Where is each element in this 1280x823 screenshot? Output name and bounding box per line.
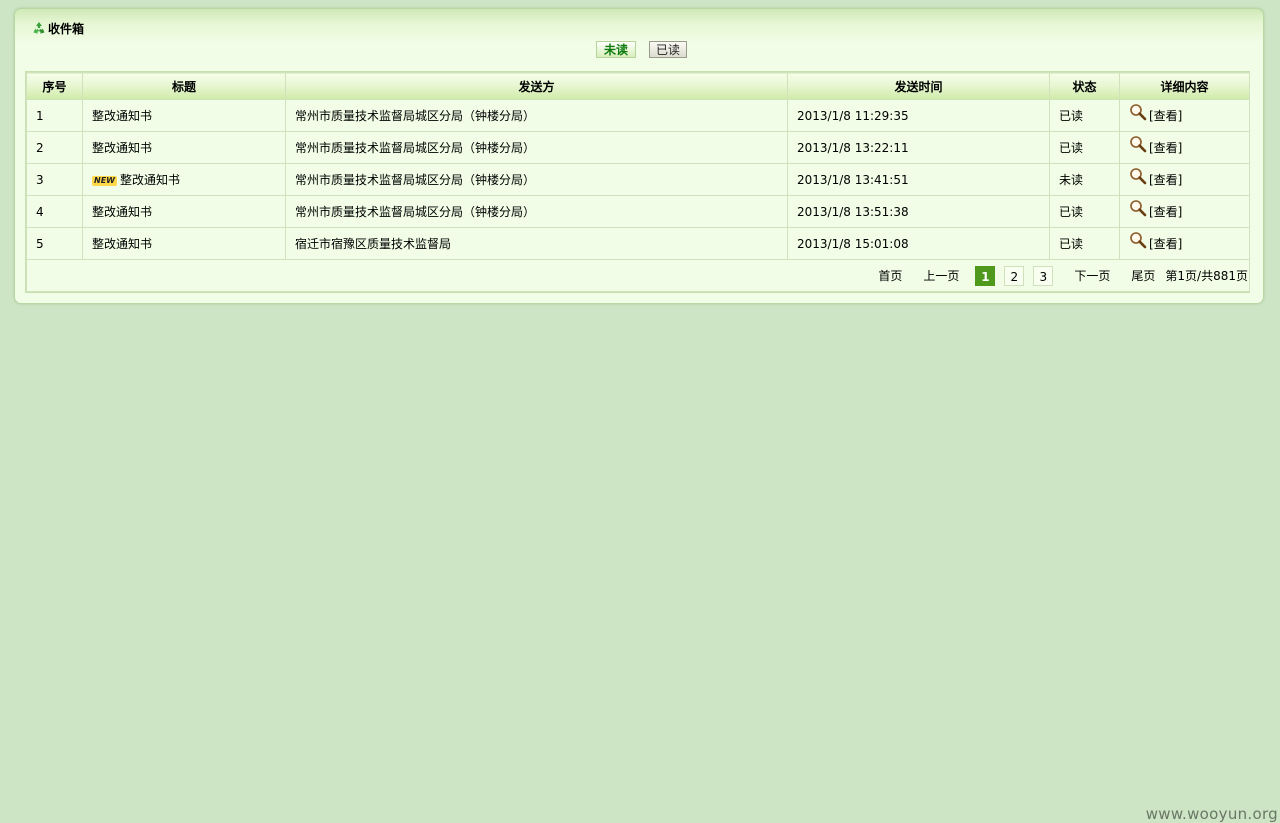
- pager-first[interactable]: 首页: [878, 267, 902, 284]
- table-row: 3 NEW 整改通知书 常州市质量技术监督局城区分局（钟楼分局） 2013/1/8…: [26, 163, 1250, 196]
- cell-time: 2013/1/8 15:01:08: [787, 227, 1050, 260]
- inbox-grid: 序号 标题 发送方 发送时间 状态 详细内容 1 整改通知书 常州市质量技术监督…: [25, 71, 1250, 293]
- filter-tabs: 未读 已读: [596, 41, 687, 58]
- cell-index: 3: [26, 163, 83, 196]
- pager-page-2[interactable]: 2: [1004, 265, 1025, 286]
- inbox-table: 序号 标题 发送方 发送时间 状态 详细内容 1 整改通知书 常州市质量技术监督…: [26, 72, 1250, 292]
- view-link[interactable]: [查看]: [1129, 232, 1183, 252]
- header-time: 发送时间: [787, 72, 1050, 100]
- inbox-panel: 收件箱 未读 已读 序号 标题 发送方 发送时间 状态 详细内容 1 整改通知书…: [14, 8, 1264, 304]
- cell-details: [查看]: [1119, 195, 1250, 228]
- cell-details: [查看]: [1119, 131, 1250, 164]
- cell-sender: 常州市质量技术监督局城区分局（钟楼分局）: [285, 195, 788, 228]
- cell-title: NEW 整改通知书: [82, 163, 286, 196]
- cell-status: 已读: [1049, 131, 1120, 164]
- cell-time: 2013/1/8 11:29:35: [787, 99, 1050, 132]
- cell-index: 5: [26, 227, 83, 260]
- pager-next[interactable]: 下一页: [1074, 267, 1110, 284]
- cell-index: 4: [26, 195, 83, 228]
- magnifier-icon: [1130, 232, 1147, 249]
- view-link-text: [查看]: [1149, 140, 1183, 155]
- header-index: 序号: [26, 72, 83, 100]
- new-badge: NEW: [92, 176, 117, 186]
- cell-title-text: 整改通知书: [92, 141, 153, 155]
- cell-time: 2013/1/8 13:51:38: [787, 195, 1050, 228]
- pager-row: 首页 上一页 1 2 3 下一页 尾页 第1页/共881页: [26, 259, 1250, 292]
- table-row: 5 整改通知书 宿迁市宿豫区质量技术监督局 2013/1/8 15:01:08 …: [26, 227, 1250, 260]
- cell-status: 未读: [1049, 163, 1120, 196]
- panel-title: 收件箱: [31, 19, 84, 37]
- cell-details: [查看]: [1119, 99, 1250, 132]
- cell-index: 2: [26, 131, 83, 164]
- cell-sender: 常州市质量技术监督局城区分局（钟楼分局）: [285, 131, 788, 164]
- cell-time: 2013/1/8 13:41:51: [787, 163, 1050, 196]
- view-link-text: [查看]: [1149, 236, 1183, 251]
- cell-sender: 常州市质量技术监督局城区分局（钟楼分局）: [285, 163, 788, 196]
- view-link-text: [查看]: [1149, 108, 1183, 123]
- cell-sender: 常州市质量技术监督局城区分局（钟楼分局）: [285, 99, 788, 132]
- panel-title-text: 收件箱: [48, 21, 85, 36]
- watermark: www.wooyun.org: [1145, 805, 1278, 823]
- cell-sender: 宿迁市宿豫区质量技术监督局: [285, 227, 788, 260]
- header-details: 详细内容: [1119, 72, 1250, 100]
- tab-unread[interactable]: 未读: [596, 41, 636, 58]
- cell-details: [查看]: [1119, 227, 1250, 260]
- tab-read[interactable]: 已读: [649, 41, 687, 58]
- view-link[interactable]: [查看]: [1129, 136, 1183, 156]
- cell-title: 整改通知书: [82, 131, 286, 164]
- header-title: 标题: [82, 72, 286, 100]
- header-sender: 发送方: [285, 72, 788, 100]
- magnifier-icon: [1130, 136, 1147, 153]
- view-link-text: [查看]: [1149, 172, 1183, 187]
- magnifier-icon: [1130, 200, 1147, 217]
- magnifier-icon: [1130, 104, 1147, 121]
- cell-status: 已读: [1049, 195, 1120, 228]
- view-link[interactable]: [查看]: [1129, 200, 1183, 220]
- cell-title-text: 整改通知书: [92, 205, 153, 219]
- cell-title: 整改通知书: [82, 227, 286, 260]
- cell-title-text: 整改通知书: [119, 173, 180, 187]
- table-row: 1 整改通知书 常州市质量技术监督局城区分局（钟楼分局） 2013/1/8 11…: [26, 99, 1250, 132]
- magnifier-icon: [1130, 168, 1147, 185]
- pager-info: 第1页/共881页: [1165, 269, 1248, 283]
- cell-status: 已读: [1049, 99, 1120, 132]
- cell-index: 1: [26, 99, 83, 132]
- pager-page-3[interactable]: 3: [1033, 265, 1054, 286]
- cell-title-text: 整改通知书: [92, 109, 153, 123]
- cell-title-text: 整改通知书: [92, 237, 153, 251]
- pagination: 首页 上一页 1 2 3 下一页 尾页 第1页/共881页: [36, 265, 1249, 286]
- recycle-icon: [33, 22, 45, 34]
- table-row: 2 整改通知书 常州市质量技术监督局城区分局（钟楼分局） 2013/1/8 13…: [26, 131, 1250, 164]
- header-status: 状态: [1049, 72, 1120, 100]
- view-link[interactable]: [查看]: [1129, 104, 1183, 124]
- table-header-row: 序号 标题 发送方 发送时间 状态 详细内容: [26, 72, 1250, 100]
- cell-title: 整改通知书: [82, 195, 286, 228]
- cell-status: 已读: [1049, 227, 1120, 260]
- pager-prev[interactable]: 上一页: [923, 267, 959, 284]
- cell-time: 2013/1/8 13:22:11: [787, 131, 1050, 164]
- view-link[interactable]: [查看]: [1129, 168, 1183, 188]
- pager-page-1[interactable]: 1: [975, 265, 996, 286]
- cell-details: [查看]: [1119, 163, 1250, 196]
- pager-last[interactable]: 尾页: [1131, 267, 1155, 284]
- cell-title: 整改通知书: [82, 99, 286, 132]
- view-link-text: [查看]: [1149, 204, 1183, 219]
- table-row: 4 整改通知书 常州市质量技术监督局城区分局（钟楼分局） 2013/1/8 13…: [26, 195, 1250, 228]
